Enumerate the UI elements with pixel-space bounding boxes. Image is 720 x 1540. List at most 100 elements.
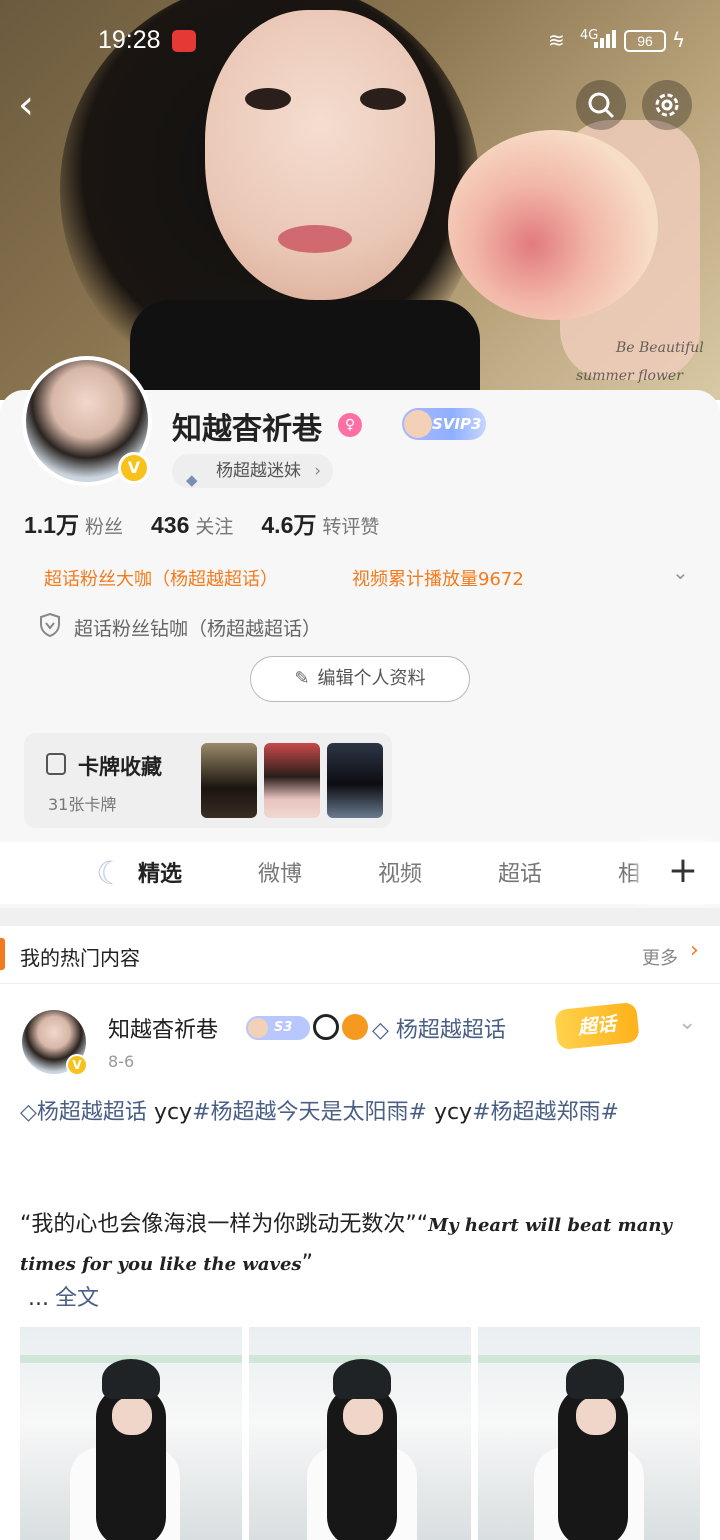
profile-stats: 1.1万 粉丝 436 关注 4.6万 转评赞 <box>24 506 379 540</box>
tab-supertopic[interactable]: 超话 <box>498 856 542 888</box>
search-icon <box>588 92 614 118</box>
quote-chinese: “我的心也会像海浪一样为你跳动无数次”“ <box>20 1212 429 1237</box>
photo-face <box>343 1397 383 1435</box>
photo-face <box>576 1397 616 1435</box>
stat-interactions[interactable]: 4.6万 转评赞 <box>261 506 379 540</box>
cover-eye-right <box>360 88 406 110</box>
card-icon <box>46 753 66 775</box>
post-author-name[interactable]: 知越杳祈巷 <box>108 1012 218 1044</box>
post-topic-link[interactable]: ◇杨超越超话 <box>20 1100 147 1125</box>
more-link[interactable]: 更多 <box>642 944 678 970</box>
photo-cap <box>333 1359 391 1399</box>
post-topic-text: 杨超越超话 <box>36 1100 147 1125</box>
huawei-app-icon <box>172 30 196 52</box>
profile-tabs: ☾ 精选 微博 视频 超话 相 + <box>0 842 720 904</box>
profile-username: 知越杳祈巷 <box>172 412 322 447</box>
post-photo[interactable] <box>249 1327 471 1540</box>
interactions-count: 4.6万 <box>261 512 317 538</box>
moon-icon: ☾ <box>96 854 125 892</box>
card-thumbnail[interactable] <box>264 743 320 818</box>
search-button[interactable] <box>576 80 626 130</box>
post-quote: “我的心也会像海浪一样为你跳动无数次”“My heart will beat m… <box>20 1206 700 1284</box>
photo-cap <box>566 1359 624 1399</box>
edit-profile-label: 编辑个人资料 <box>317 668 426 689</box>
photo-cap <box>102 1359 160 1399</box>
pencil-icon: ✎ <box>294 668 310 689</box>
card-collection[interactable]: 卡牌收藏 31张卡牌 <box>24 733 392 828</box>
status-time: 19:28 <box>98 26 161 54</box>
followers-label: 粉丝 <box>84 516 123 538</box>
read-more-link[interactable]: 全文 <box>55 1286 99 1311</box>
cover-scribble-2: summer flower <box>576 368 683 384</box>
honor-supertopic-diamond[interactable]: 超话粉丝钻咖（杨超越超话） <box>74 614 321 641</box>
stat-followers[interactable]: 1.1万 粉丝 <box>24 506 123 540</box>
chevron-right-icon[interactable]: › <box>690 938 699 963</box>
panda-icon <box>313 1014 339 1040</box>
hot-content-title: 我的热门内容 <box>20 946 140 970</box>
read-more[interactable]: ... 全文 <box>28 1280 99 1312</box>
cover-scribble-1: Be Beautiful <box>616 340 704 356</box>
status-bar: 19:28 ≋ 4G 96 ϟ <box>0 0 720 80</box>
fan-tag-button[interactable]: ◆ 杨超越迷妹 › <box>172 454 333 489</box>
section-accent-bar <box>0 938 5 970</box>
s3-label: S3 <box>274 1020 293 1035</box>
signal-icon <box>594 30 616 48</box>
charging-icon: ϟ <box>672 28 686 52</box>
cover-peach <box>448 130 658 320</box>
card-collection-title: 卡牌收藏 <box>78 755 162 779</box>
tab-album[interactable]: 相 <box>618 856 640 888</box>
settings-button[interactable] <box>642 80 692 130</box>
chevron-right-icon: › <box>314 461 321 481</box>
tab-video[interactable]: 视频 <box>378 856 422 888</box>
gear-icon <box>655 93 679 117</box>
cover-lips <box>278 225 352 253</box>
post-topic-label: 杨超越超话 <box>395 1018 506 1043</box>
supertopic-badge[interactable]: 超话 <box>554 1001 640 1051</box>
hashtag-link[interactable]: #杨超越今天是太阳雨# <box>192 1100 427 1125</box>
post-supertopic-link[interactable]: ◇ 杨超越超话 <box>372 1012 506 1044</box>
wifi-icon: ≋ <box>548 28 565 52</box>
chevron-down-icon[interactable]: ⌄ <box>678 1010 696 1035</box>
interactions-label: 转评赞 <box>322 516 380 538</box>
honor-video-plays[interactable]: 视频累计播放量9672 <box>352 565 524 591</box>
edit-profile-button[interactable]: ✎ 编辑个人资料 <box>250 656 470 702</box>
fan-tag-label: 杨超越迷妹 <box>216 461 301 481</box>
card-thumbnail[interactable] <box>327 743 383 818</box>
section-divider <box>0 908 720 926</box>
fish-icon: ◆ <box>186 471 198 489</box>
svip-badge[interactable]: SVIP3 <box>402 408 486 440</box>
fish-icon <box>342 1014 368 1040</box>
post-body: ◇杨超越超话 ycy#杨超越今天是太阳雨# ycy#杨超越郑雨# <box>20 1094 700 1132</box>
card-collection-count: 31张卡牌 <box>48 795 117 814</box>
hashtag-link[interactable]: #杨超越郑雨# <box>472 1100 619 1125</box>
quote-end: ” <box>301 1251 313 1276</box>
following-count: 436 <box>151 512 190 538</box>
back-icon[interactable]: ‹ <box>18 82 54 128</box>
followers-count: 1.1万 <box>24 512 79 538</box>
following-label: 关注 <box>195 516 234 538</box>
post-photo[interactable] <box>478 1327 700 1540</box>
s3-badge: S3 <box>246 1016 310 1040</box>
post-date: 8-6 <box>108 1052 135 1071</box>
photo-face <box>112 1397 152 1435</box>
honor-supertopic-fan[interactable]: 超话粉丝大咖（杨超越超话） <box>44 565 278 591</box>
ellipsis: ... <box>28 1286 49 1311</box>
cover-shirt <box>130 300 480 400</box>
verified-badge: V <box>118 452 150 484</box>
svip-label: SVIP3 <box>432 415 482 433</box>
bear-icon <box>248 1018 268 1038</box>
tab-weibo[interactable]: 微博 <box>258 856 302 888</box>
tab-featured[interactable]: 精选 <box>138 856 182 888</box>
shield-icon <box>40 612 60 638</box>
cover-eye-left <box>245 88 291 110</box>
post-text-ycy-2: ycy <box>426 1100 473 1125</box>
chevron-down-icon[interactable]: ⌄ <box>672 560 689 584</box>
female-icon: ♀ <box>338 413 362 437</box>
card-thumbnail[interactable] <box>201 743 257 818</box>
bear-icon <box>404 410 432 438</box>
stat-following[interactable]: 436 关注 <box>151 512 233 539</box>
add-tab-icon[interactable]: + <box>646 842 720 904</box>
post-photo[interactable] <box>20 1327 242 1540</box>
hot-content-header: 我的热门内容 更多 › <box>0 926 720 984</box>
verified-badge: V <box>66 1054 88 1076</box>
